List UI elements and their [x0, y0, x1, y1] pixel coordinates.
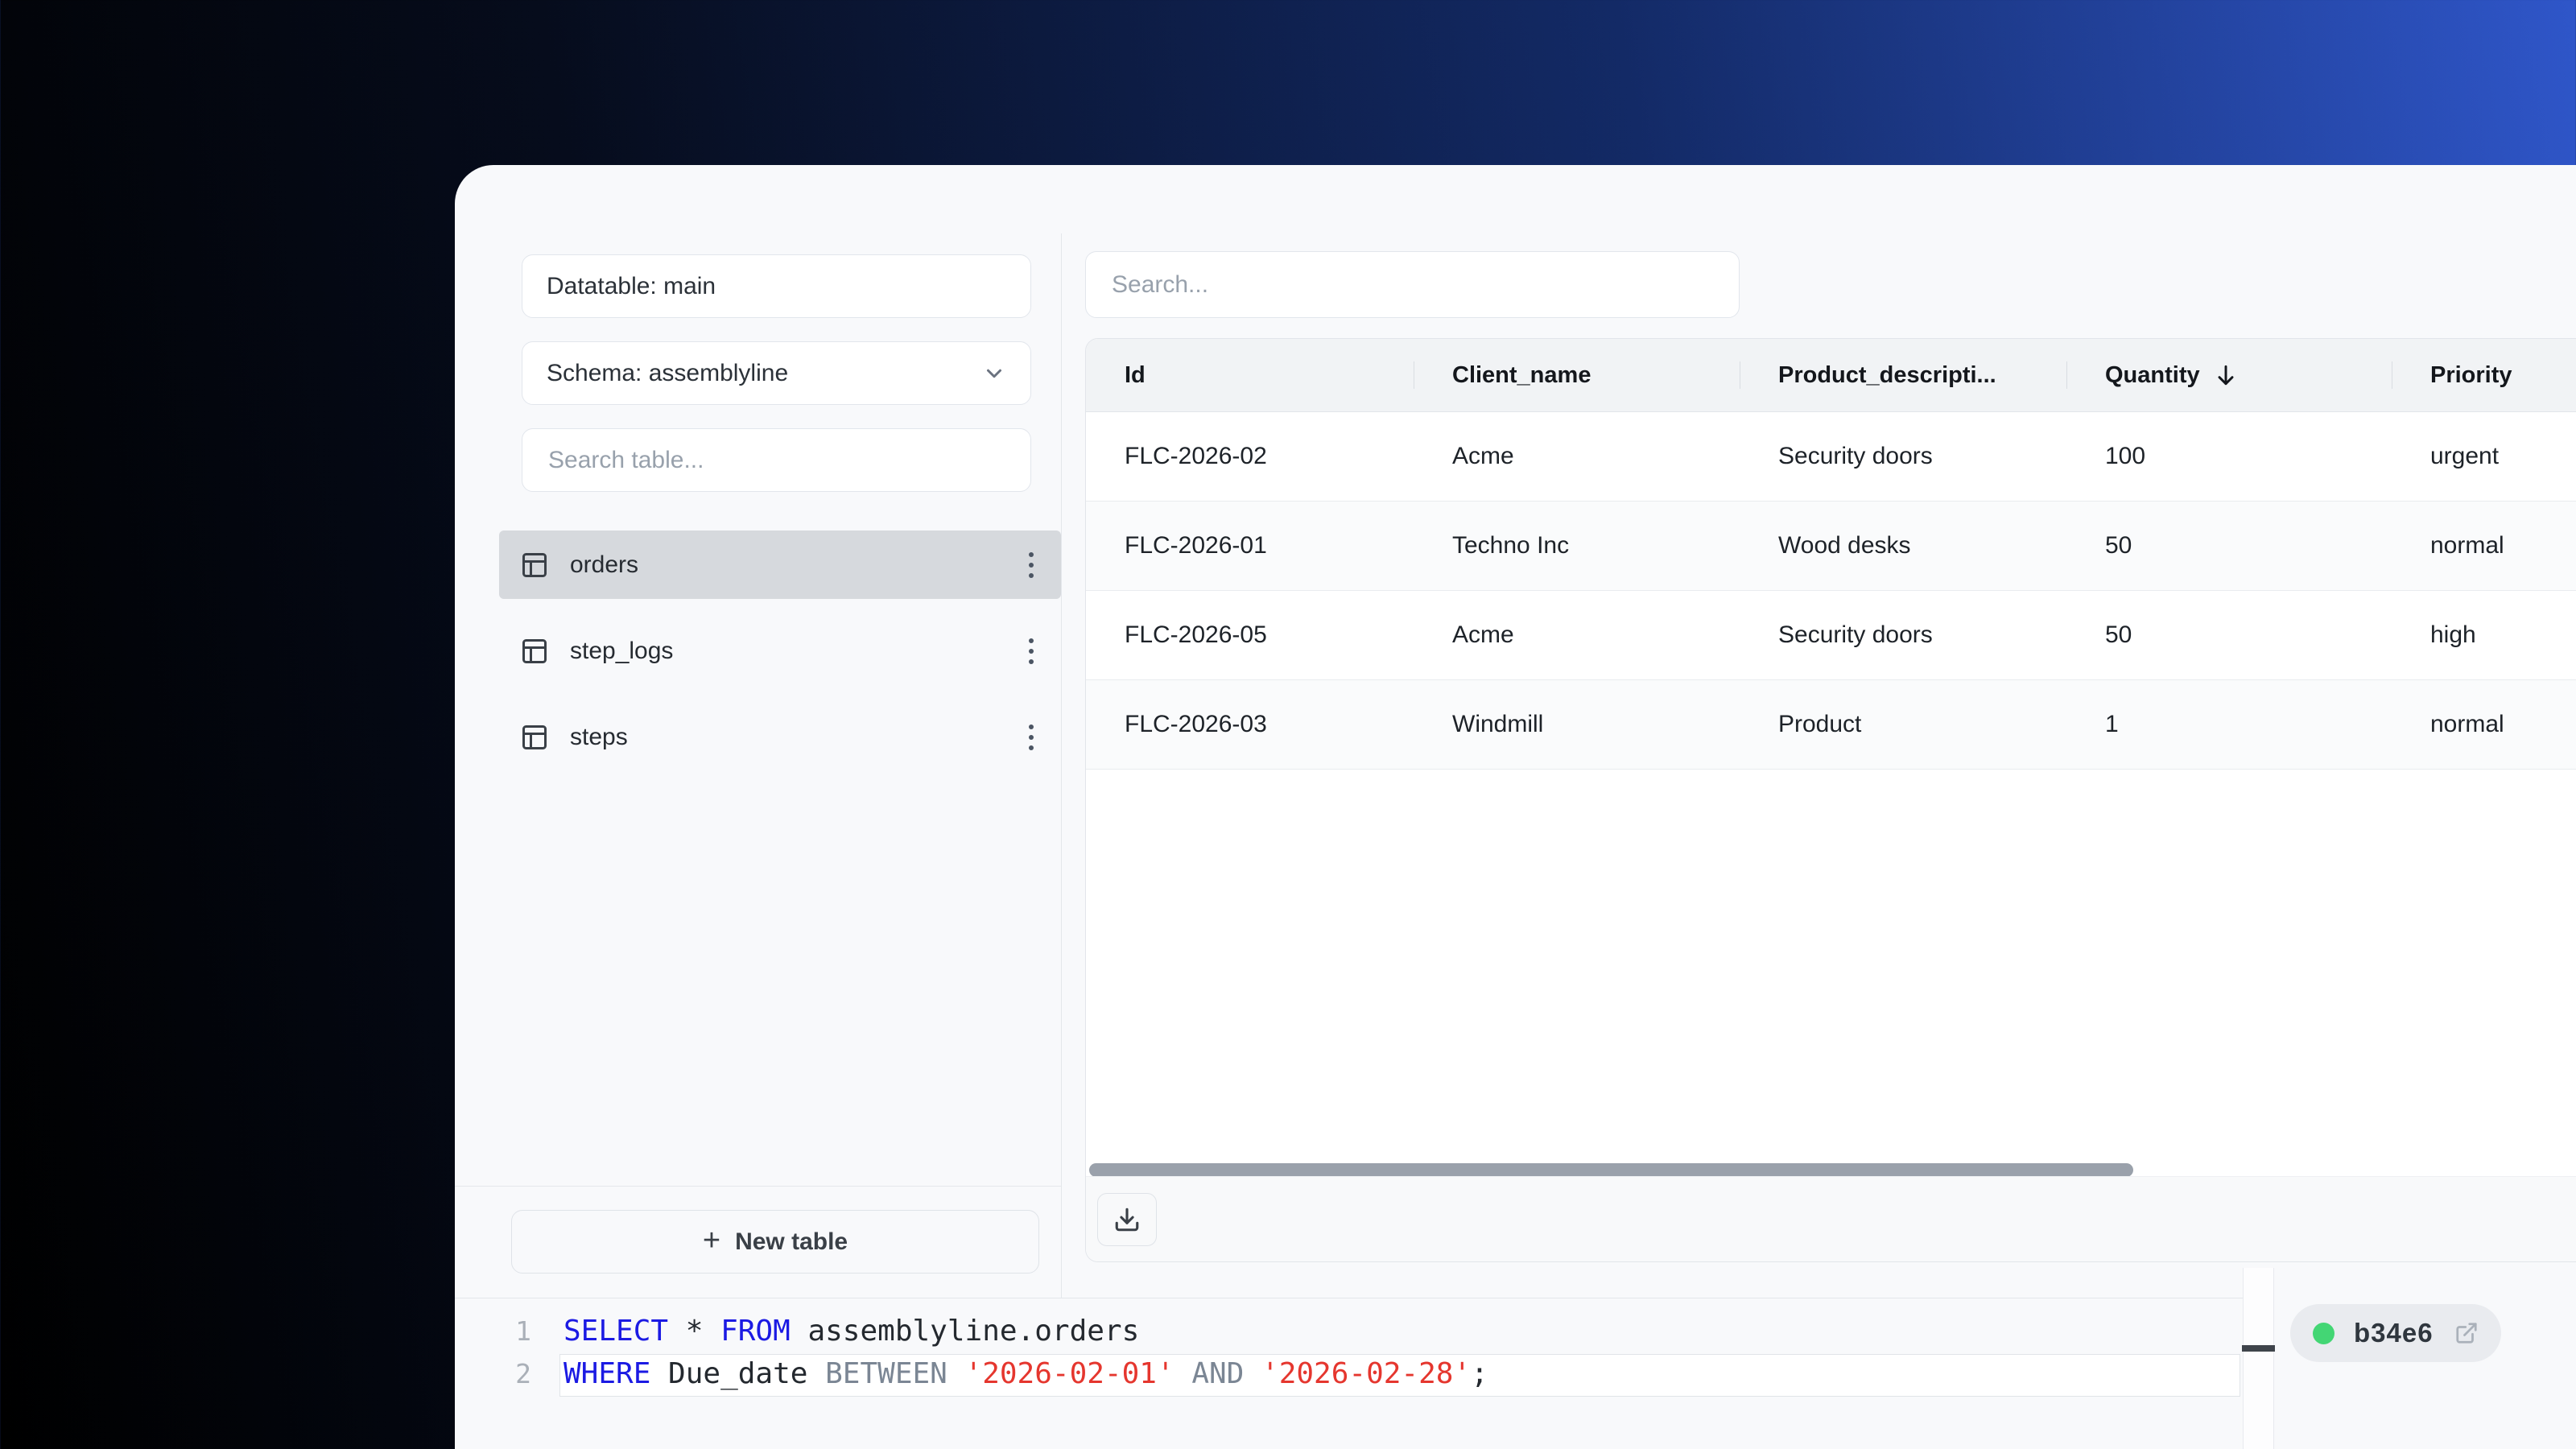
table-row: FLC-2026-01 Techno Inc Wood desks 50 normal: [1086, 502, 2576, 591]
line-number: 2: [515, 1358, 531, 1389]
table-cell[interactable]: 1: [2066, 680, 2392, 769]
table-cell[interactable]: urgent: [2392, 412, 2576, 501]
table-cell[interactable]: normal: [2392, 502, 2576, 590]
horizontal-scrollbar[interactable]: [1089, 1163, 2133, 1177]
sidebar-item-label: step_logs: [570, 637, 674, 664]
grid-search-input[interactable]: [1085, 251, 1740, 318]
table-cell[interactable]: FLC-2026-03: [1086, 680, 1414, 769]
new-table-label: New table: [735, 1228, 848, 1255]
external-link-icon: [2456, 1323, 2477, 1344]
column-header-priority[interactable]: Priority: [2392, 339, 2576, 411]
data-grid-card: Id Client_name Product_descripti... Quantit…: [1085, 338, 2576, 1262]
download-button[interactable]: [1097, 1192, 1157, 1246]
column-label: Priority: [2430, 361, 2512, 388]
sidebar-divider: [1061, 233, 1062, 1298]
line-number: 1: [515, 1315, 531, 1347]
table-cell[interactable]: FLC-2026-01: [1086, 502, 1414, 590]
new-table-button[interactable]: + New table: [511, 1210, 1039, 1274]
table-cell[interactable]: 50: [2066, 591, 2392, 679]
table-cell[interactable]: Acme: [1414, 591, 1740, 679]
schema-select-label: Schema: assemblyline: [547, 359, 789, 386]
table-cell[interactable]: high: [2392, 591, 2576, 679]
grid-body: FLC-2026-02 Acme Security doors 100 urgent FL…: [1086, 412, 2576, 770]
kebab-menu-button[interactable]: [1026, 720, 1037, 755]
table-cell[interactable]: FLC-2026-02: [1086, 412, 1414, 501]
table-search-input[interactable]: [547, 445, 1006, 475]
app-window: Datatable: main Schema: assemblyline ord…: [455, 165, 2576, 1449]
column-header-product-descripti-[interactable]: Product_descripti...: [1740, 339, 2066, 411]
table-cell[interactable]: 50: [2066, 502, 2392, 590]
column-header-id[interactable]: Id: [1086, 339, 1414, 411]
editor-scroll-lane[interactable]: [2242, 1268, 2275, 1449]
chevron-down-icon: [987, 369, 1001, 378]
table-cell[interactable]: 100: [2066, 412, 2392, 501]
column-separator: [2066, 361, 2067, 389]
sidebar-item-label: orders: [570, 551, 639, 578]
table-search-box: [522, 428, 1031, 492]
status-badge-label: b34e6: [2354, 1318, 2434, 1348]
table-icon: [522, 724, 547, 749]
column-label: Quantity: [2105, 361, 2200, 388]
table-row: FLC-2026-02 Acme Security doors 100 urgent: [1086, 412, 2576, 502]
datatable-select[interactable]: Datatable: main: [522, 254, 1031, 318]
sidebar-item-label: steps: [570, 723, 628, 750]
sql-line: 1 SELECT * FROM assemblyline.orders: [455, 1310, 2243, 1352]
table-icon: [522, 638, 547, 663]
table-cell[interactable]: Product: [1740, 680, 2066, 769]
column-header-quantity[interactable]: Quantity: [2066, 339, 2392, 411]
table-cell[interactable]: FLC-2026-05: [1086, 591, 1414, 679]
table-cell[interactable]: Acme: [1414, 412, 1740, 501]
table-icon: [522, 552, 547, 577]
grid-footer: [1086, 1176, 2576, 1261]
schema-select[interactable]: Schema: assemblyline: [522, 341, 1031, 405]
plus-icon: +: [702, 1223, 721, 1257]
sidebar-table-list: orders step_logs steps: [499, 530, 1061, 789]
table-row: FLC-2026-05 Acme Security doors 50 high: [1086, 591, 2576, 680]
table-cell[interactable]: Security doors: [1740, 591, 2066, 679]
table-cell[interactable]: Security doors: [1740, 412, 2066, 501]
sidebar-footer-divider: [455, 1186, 1061, 1187]
sql-code: SELECT * FROM assemblyline.orders: [564, 1315, 1140, 1348]
table-cell[interactable]: Techno Inc: [1414, 502, 1740, 590]
sidebar-item-steps[interactable]: steps: [499, 703, 1061, 771]
kebab-menu-button[interactable]: [1026, 547, 1037, 583]
status-badge[interactable]: b34e6: [2290, 1304, 2501, 1362]
kebab-menu-button[interactable]: [1026, 634, 1037, 669]
editor-scroll-handle[interactable]: [2242, 1345, 2275, 1352]
datatable-select-label: Datatable: main: [547, 272, 716, 299]
table-row: FLC-2026-03 Windmill Product 1 normal: [1086, 680, 2576, 770]
sql-code: WHERE Due_date BETWEEN '2026-02-01' AND …: [564, 1357, 1488, 1390]
column-header-client-name[interactable]: Client_name: [1414, 339, 1740, 411]
sidebar-item-orders[interactable]: orders: [499, 530, 1061, 599]
download-icon: [1115, 1208, 1139, 1231]
sql-editor[interactable]: 1 SELECT * FROM assemblyline.orders 2 WHERE…: [455, 1298, 2243, 1449]
status-dot-icon: [2313, 1322, 2334, 1344]
table-cell[interactable]: Windmill: [1414, 680, 1740, 769]
grid-header-row: Id Client_name Product_descripti... Quantit…: [1086, 339, 2576, 412]
column-label: Client_name: [1452, 361, 1591, 388]
column-label: Id: [1125, 361, 1146, 388]
sql-line: 2 WHERE Due_date BETWEEN '2026-02-01' AND…: [455, 1352, 2243, 1395]
table-cell[interactable]: normal: [2392, 680, 2576, 769]
table-cell[interactable]: Wood desks: [1740, 502, 2066, 590]
sidebar-item-step_logs[interactable]: step_logs: [499, 617, 1061, 685]
column-label: Product_descripti...: [1778, 361, 1996, 388]
sort-desc-icon: [2218, 365, 2234, 386]
